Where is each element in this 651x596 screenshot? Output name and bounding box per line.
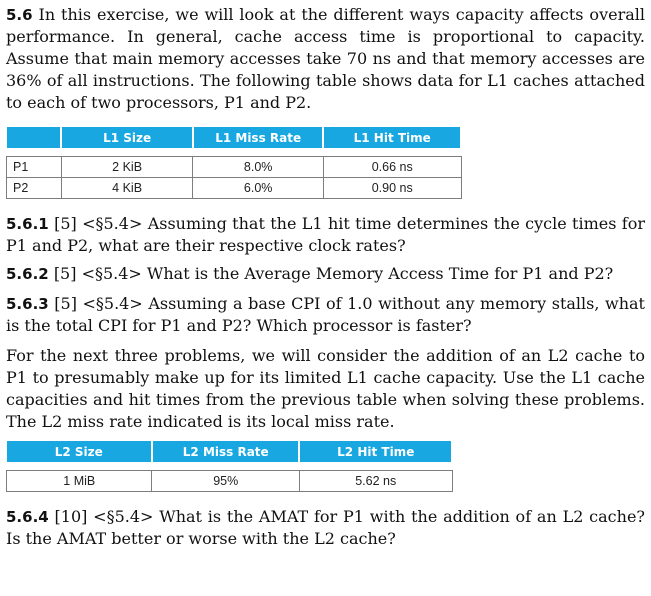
table-cell-l1-hit-time: 0.66 ns <box>322 156 462 178</box>
question-text: [5] <§5.4> Assuming that the L1 hit time… <box>6 214 645 255</box>
table-cell-l1-size: 4 KiB <box>60 177 194 199</box>
question-text: [10] <§5.4> What is the AMAT for P1 with… <box>6 507 645 548</box>
question-number: 5.6.1 <box>6 215 49 233</box>
question-5-6-4: 5.6.4 [10] <§5.4> What is the AMAT for P… <box>6 506 645 550</box>
table-header-row: L2 Size L2 Miss Rate L2 Hit Time <box>6 441 453 462</box>
table-header-l1-size: L1 Size <box>60 127 194 148</box>
table-cell-l2-hit-time: 5.62 ns <box>298 470 453 492</box>
exercise-page: 5.6 In this exercise, we will look at th… <box>0 0 651 596</box>
table-header-l1-miss-rate: L1 Miss Rate <box>191 127 325 148</box>
exercise-number: 5.6 <box>6 6 33 24</box>
table-header-corner <box>6 127 63 148</box>
table-header-l2-hit-time: L2 Hit Time <box>298 441 453 462</box>
table-header-l1-hit-time: L1 Hit Time <box>322 127 462 148</box>
question-5-6-1: 5.6.1 [5] <§5.4> Assuming that the L1 hi… <box>6 213 645 257</box>
table-header-l2-miss-rate: L2 Miss Rate <box>150 441 301 462</box>
question-text: [5] <§5.4> What is the Average Memory Ac… <box>53 264 614 283</box>
table-header-row: L1 Size L1 Miss Rate L1 Hit Time <box>6 127 462 148</box>
exercise-intro: 5.6 In this exercise, we will look at th… <box>6 4 645 114</box>
exercise-intro-text: In this exercise, we will look at the di… <box>6 5 645 112</box>
question-number: 5.6.4 <box>6 508 49 526</box>
l2-intro-paragraph: For the next three problems, we will con… <box>6 346 645 431</box>
question-number: 5.6.3 <box>6 295 49 313</box>
table-cell-processor: P2 <box>6 177 62 199</box>
table-cell-l1-size: 2 KiB <box>60 156 194 178</box>
l1-cache-table: L1 Size L1 Miss Rate L1 Hit Time P1 2 Ki… <box>6 127 462 199</box>
table-row: P2 4 KiB 6.0% 0.90 ns <box>6 177 462 199</box>
table-cell-l1-miss-rate: 6.0% <box>192 177 324 199</box>
table-cell-l2-miss-rate: 95% <box>151 470 300 492</box>
table-header-l2-size: L2 Size <box>6 441 153 462</box>
table-cell-l1-hit-time: 0.90 ns <box>322 177 462 199</box>
question-5-6-2: 5.6.2 [5] <§5.4> What is the Average Mem… <box>6 263 645 285</box>
question-text: [5] <§5.4> Assuming a base CPI of 1.0 wi… <box>6 294 645 335</box>
l2-cache-table: L2 Size L2 Miss Rate L2 Hit Time 1 MiB 9… <box>5 441 453 492</box>
table-cell-l2-size: 1 MiB <box>5 470 153 492</box>
question-number: 5.6.2 <box>6 265 49 283</box>
question-5-6-3: 5.6.3 [5] <§5.4> Assuming a base CPI of … <box>6 293 645 337</box>
table-cell-processor: P1 <box>6 156 62 178</box>
table-row: 1 MiB 95% 5.62 ns <box>5 470 453 492</box>
table-cell-l1-miss-rate: 8.0% <box>192 156 324 178</box>
table-row: P1 2 KiB 8.0% 0.66 ns <box>6 156 462 178</box>
